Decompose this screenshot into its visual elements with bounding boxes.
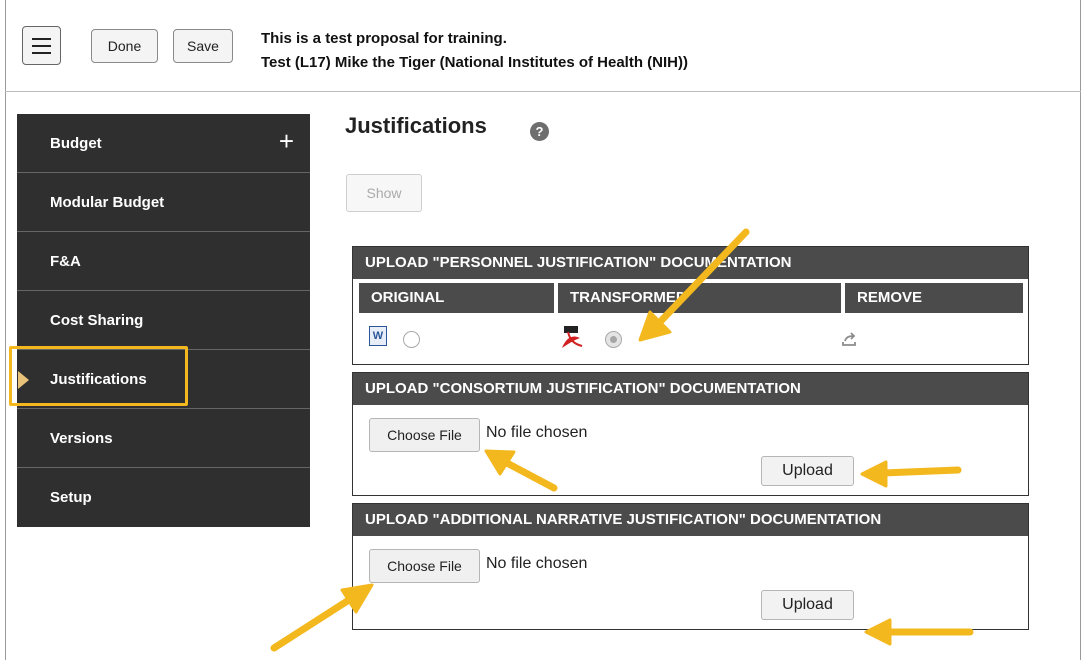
plus-icon[interactable]: + bbox=[279, 128, 294, 154]
pdf-document-icon[interactable] bbox=[558, 326, 588, 350]
sidebar-item-label: Modular Budget bbox=[50, 193, 165, 211]
file-status: No file chosen bbox=[486, 424, 588, 441]
personnel-justification-panel: UPLOAD "PERSONNEL JUSTIFICATION" DOCUMEN… bbox=[352, 246, 1029, 365]
proposal-info: This is a test proposal for training. Te… bbox=[261, 27, 688, 75]
sidebar-nav: Budget + Modular Budget F&A Cost Sharing… bbox=[17, 114, 310, 527]
sidebar-item-label: Setup bbox=[50, 489, 92, 506]
proposal-subtitle: Test (L17) Mike the Tiger (National Inst… bbox=[261, 54, 688, 71]
word-document-icon[interactable]: W bbox=[369, 326, 387, 346]
sidebar-item-versions[interactable]: Versions bbox=[17, 409, 310, 468]
hamburger-line bbox=[32, 44, 51, 47]
header-bar: Done Save This is a test proposal for tr… bbox=[5, 0, 1081, 92]
sidebar-item-label: F&A bbox=[50, 252, 81, 270]
hamburger-menu-icon[interactable] bbox=[22, 26, 61, 65]
remove-icon[interactable] bbox=[840, 330, 858, 348]
transformed-radio[interactable] bbox=[605, 331, 622, 348]
hamburger-line bbox=[32, 51, 51, 54]
sidebar-item-modular-budget[interactable]: Modular Budget bbox=[17, 173, 310, 232]
hamburger-line bbox=[32, 37, 51, 40]
file-status: No file chosen bbox=[486, 555, 588, 572]
panel-heading: UPLOAD "CONSORTIUM JUSTIFICATION" DOCUME… bbox=[353, 373, 1028, 405]
sidebar-item-setup[interactable]: Setup bbox=[17, 468, 310, 527]
show-button[interactable]: Show bbox=[346, 174, 422, 212]
column-original: ORIGINAL bbox=[359, 283, 554, 313]
choose-file-button[interactable]: Choose File bbox=[369, 549, 480, 583]
page-title: Justifications bbox=[345, 113, 487, 138]
sidebar-item-label: Budget bbox=[50, 134, 102, 152]
save-button[interactable]: Save bbox=[173, 29, 233, 63]
remove-glyph bbox=[842, 332, 856, 346]
panel-heading: UPLOAD "ADDITIONAL NARRATIVE JUSTIFICATI… bbox=[353, 504, 1028, 536]
consortium-justification-panel: UPLOAD "CONSORTIUM JUSTIFICATION" DOCUME… bbox=[352, 372, 1029, 496]
help-icon[interactable]: ? bbox=[530, 122, 549, 141]
pdf-glyph bbox=[562, 326, 583, 348]
upload-button[interactable]: Upload bbox=[761, 456, 854, 486]
additional-narrative-justification-panel: UPLOAD "ADDITIONAL NARRATIVE JUSTIFICATI… bbox=[352, 503, 1029, 630]
sidebar-item-fa[interactable]: F&A bbox=[17, 232, 310, 291]
column-remove: REMOVE bbox=[845, 283, 1023, 313]
sidebar-item-label: Cost Sharing bbox=[50, 311, 144, 329]
sidebar-item-cost-sharing[interactable]: Cost Sharing bbox=[17, 291, 310, 350]
proposal-title: This is a test proposal for training. bbox=[261, 30, 507, 47]
sidebar-item-budget[interactable]: Budget + bbox=[17, 114, 310, 173]
upload-button[interactable]: Upload bbox=[761, 590, 854, 620]
column-transformed: TRANSFORMED bbox=[558, 283, 841, 313]
sidebar-item-label: Versions bbox=[50, 429, 113, 447]
column-headers: ORIGINAL TRANSFORMED REMOVE bbox=[359, 283, 1023, 313]
highlight-box bbox=[9, 346, 188, 406]
choose-file-button[interactable]: Choose File bbox=[369, 418, 480, 452]
done-button[interactable]: Done bbox=[91, 29, 158, 63]
panel-heading: UPLOAD "PERSONNEL JUSTIFICATION" DOCUMEN… bbox=[353, 247, 1028, 279]
original-radio[interactable] bbox=[403, 331, 420, 348]
